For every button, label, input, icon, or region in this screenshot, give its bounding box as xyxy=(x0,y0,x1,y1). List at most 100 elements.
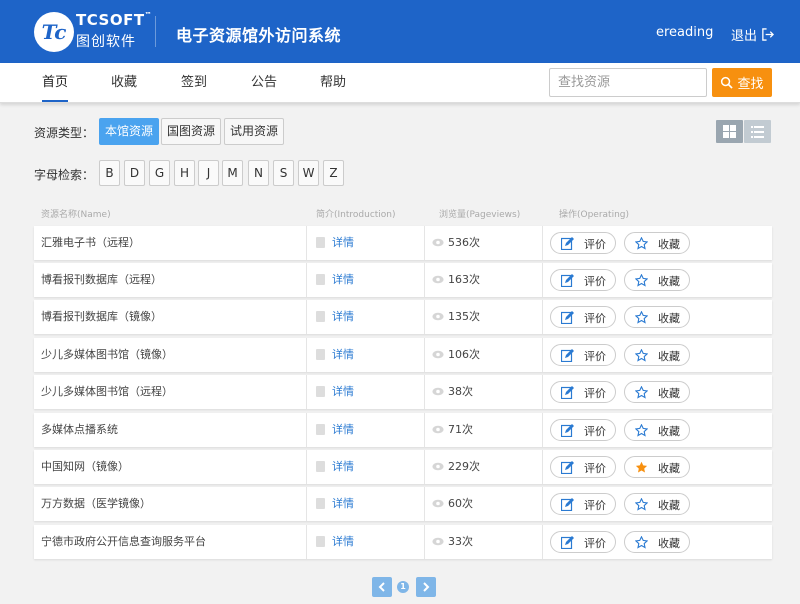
letter-button-s[interactable]: S xyxy=(273,160,294,186)
resource-name[interactable]: 中国知网（镜像） xyxy=(41,450,129,484)
resource-name[interactable]: 博看报刊数据库（镜像） xyxy=(41,300,162,334)
letter-button-j[interactable]: J xyxy=(198,160,219,186)
column-divider xyxy=(306,226,307,260)
table-row: 宁德市政府公开信息查询服务平台 详情 33次 评价 收藏 xyxy=(34,525,772,559)
resource-name[interactable]: 万方数据（医学镜像） xyxy=(41,487,151,521)
rate-button[interactable]: 评价 xyxy=(550,493,616,515)
rate-button[interactable]: 评价 xyxy=(550,456,616,478)
rate-label: 评价 xyxy=(584,425,606,438)
type-local-button[interactable]: 本馆资源 xyxy=(99,118,160,145)
rate-button[interactable]: 评价 xyxy=(550,306,616,328)
search-button[interactable]: 查找 xyxy=(712,68,772,97)
list-view-button[interactable] xyxy=(744,120,771,143)
current-page-number[interactable]: 1 xyxy=(397,581,409,593)
logout-button[interactable]: 退出 xyxy=(731,25,775,44)
rate-label: 评价 xyxy=(584,350,606,363)
resource-name[interactable]: 博看报刊数据库（远程） xyxy=(41,263,162,297)
favorite-label: 收藏 xyxy=(658,387,680,400)
rate-button[interactable]: 评价 xyxy=(550,344,616,366)
chevron-left-icon xyxy=(378,582,385,592)
detail-link[interactable]: 详情 xyxy=(332,338,354,372)
detail-link[interactable]: 详情 xyxy=(332,487,354,521)
header-divider xyxy=(155,16,156,47)
pageview-count: 135次 xyxy=(448,310,480,323)
favorite-button[interactable]: 收藏 xyxy=(624,344,690,366)
detail-link[interactable]: 详情 xyxy=(332,300,354,334)
column-divider xyxy=(306,375,307,409)
favorite-button[interactable]: 收藏 xyxy=(624,419,690,441)
favorite-button[interactable]: 收藏 xyxy=(624,381,690,403)
search-input[interactable]: 查找资源 xyxy=(549,68,707,97)
nav-item-help[interactable]: 帮助 xyxy=(320,63,346,102)
eye-icon xyxy=(432,275,444,284)
favorite-label: 收藏 xyxy=(658,537,680,550)
pageview-count: 536次 xyxy=(448,236,480,249)
favorite-button[interactable]: 收藏 xyxy=(624,531,690,553)
rate-button[interactable]: 评价 xyxy=(550,531,616,553)
edit-icon xyxy=(561,386,574,399)
pageview-count: 106次 xyxy=(448,348,480,361)
resource-name[interactable]: 少儿多媒体图书馆（镜像） xyxy=(41,338,173,372)
table-row: 汇雅电子书（远程） 详情 536次 评价 收藏 xyxy=(34,226,772,260)
star-outline-icon xyxy=(635,498,648,511)
letter-button-h[interactable]: H xyxy=(174,160,195,186)
nav-item-checkin[interactable]: 签到 xyxy=(181,63,207,102)
favorite-button[interactable]: 收藏 xyxy=(624,232,690,254)
star-outline-icon xyxy=(635,237,648,250)
letter-button-d[interactable]: D xyxy=(124,160,145,186)
table-row: 中国知网（镜像） 详情 229次 评价 收藏 xyxy=(34,450,772,484)
document-icon xyxy=(316,311,325,322)
letter-button-z[interactable]: Z xyxy=(323,160,344,186)
rate-button[interactable]: 评价 xyxy=(550,381,616,403)
letter-button-m[interactable]: M xyxy=(222,160,243,186)
detail-link[interactable]: 详情 xyxy=(332,375,354,409)
favorite-label: 收藏 xyxy=(658,238,680,251)
pageview-count: 33次 xyxy=(448,535,473,548)
detail-link[interactable]: 详情 xyxy=(332,525,354,559)
type-trial-button[interactable]: 试用资源 xyxy=(224,118,285,145)
letter-search-label: 字母检索： xyxy=(34,168,95,182)
nav-item-favorites[interactable]: 收藏 xyxy=(111,63,137,102)
logout-icon xyxy=(762,28,775,41)
detail-link[interactable]: 详情 xyxy=(332,226,354,260)
rate-button[interactable]: 评价 xyxy=(550,269,616,291)
letter-button-b[interactable]: B xyxy=(99,160,120,186)
resource-name[interactable]: 宁德市政府公开信息查询服务平台 xyxy=(41,525,206,559)
star-outline-icon xyxy=(635,386,648,399)
favorite-button[interactable]: 收藏 xyxy=(624,456,690,478)
system-title: 电子资源馆外访问系统 xyxy=(176,26,342,45)
column-divider xyxy=(306,525,307,559)
favorite-button[interactable]: 收藏 xyxy=(624,493,690,515)
resource-name[interactable]: 少儿多媒体图书馆（远程） xyxy=(41,375,173,409)
resource-name[interactable]: 多媒体点播系统 xyxy=(41,413,118,447)
resource-name[interactable]: 汇雅电子书（远程） xyxy=(41,226,140,260)
letter-button-w[interactable]: W xyxy=(298,160,319,186)
nav-item-announcements[interactable]: 公告 xyxy=(251,63,277,102)
star-outline-icon xyxy=(635,424,648,437)
detail-link[interactable]: 详情 xyxy=(332,413,354,447)
edit-icon xyxy=(561,237,574,250)
rate-button[interactable]: 评价 xyxy=(550,419,616,441)
favorite-button[interactable]: 收藏 xyxy=(624,269,690,291)
grid-view-button[interactable] xyxy=(716,120,743,143)
column-divider xyxy=(424,300,425,334)
column-divider xyxy=(306,338,307,372)
prev-page-button[interactable] xyxy=(372,577,392,597)
detail-link[interactable]: 详情 xyxy=(332,450,354,484)
favorite-button[interactable]: 收藏 xyxy=(624,306,690,328)
nav-item-home[interactable]: 首页 xyxy=(42,63,69,102)
letter-button-n[interactable]: N xyxy=(248,160,269,186)
favorite-label: 收藏 xyxy=(658,425,680,438)
letter-button-g[interactable]: G xyxy=(149,160,170,186)
detail-link[interactable]: 详情 xyxy=(332,263,354,297)
col-header-intro: 简介(Introduction) xyxy=(316,210,396,220)
document-icon xyxy=(316,274,325,285)
column-divider xyxy=(424,525,425,559)
rate-button[interactable]: 评价 xyxy=(550,232,616,254)
col-header-views: 浏览量(Pageviews) xyxy=(439,210,521,220)
next-page-button[interactable] xyxy=(416,577,436,597)
type-national-button[interactable]: 国图资源 xyxy=(161,118,222,145)
username-link[interactable]: ereading xyxy=(656,25,713,40)
col-header-name: 资源名称(Name) xyxy=(41,210,111,220)
favorite-label: 收藏 xyxy=(658,312,680,325)
